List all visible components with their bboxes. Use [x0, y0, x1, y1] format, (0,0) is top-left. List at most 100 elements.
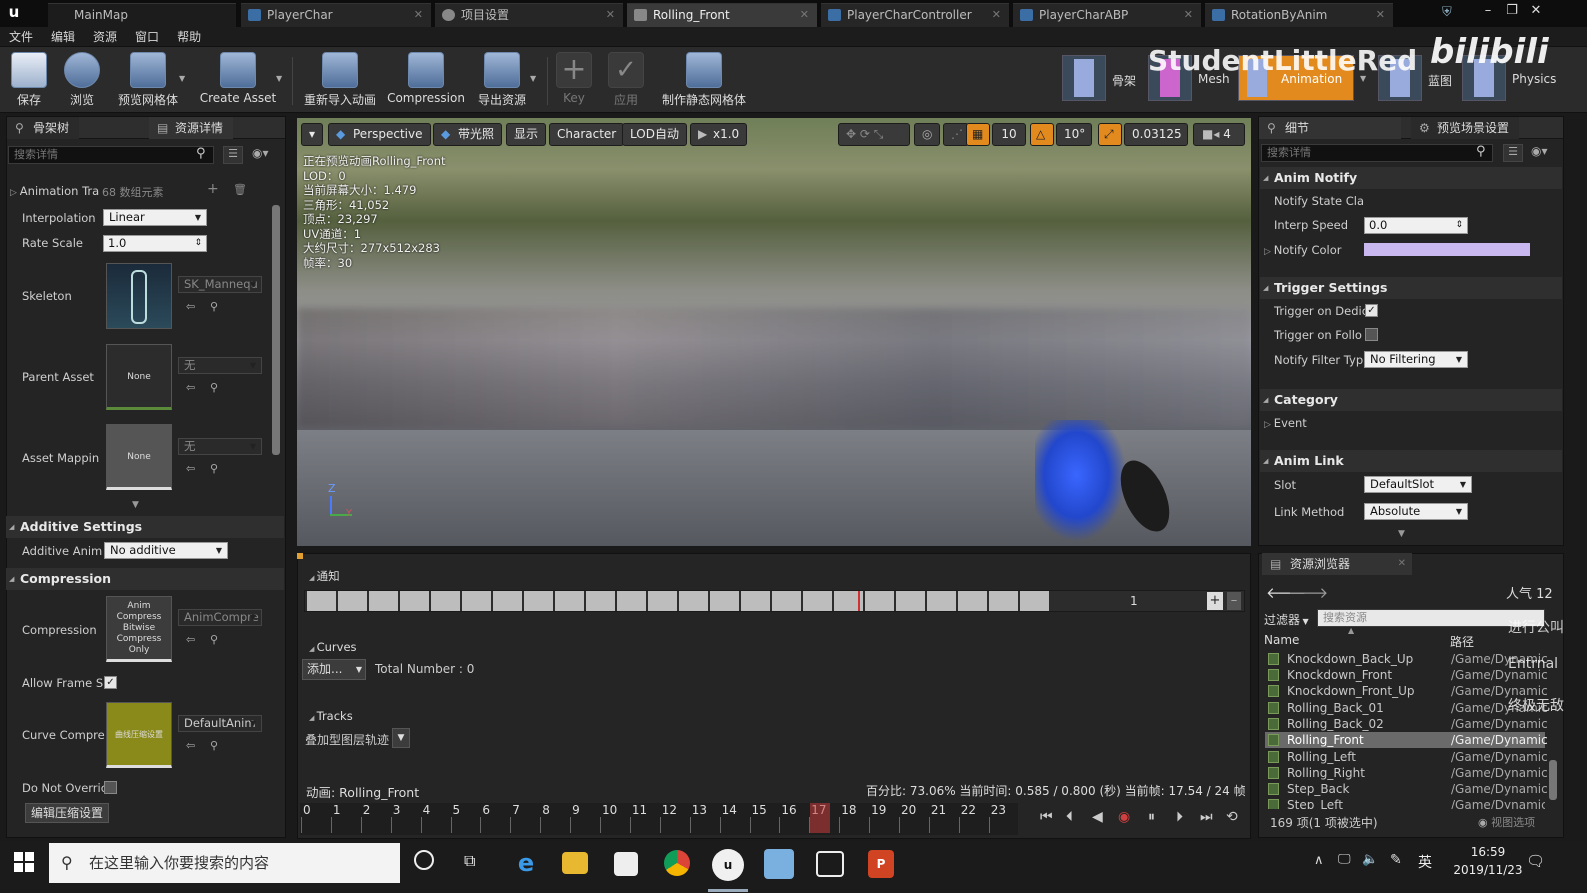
tab-playercharabp[interactable]: PlayerCharABP ✕ [1013, 3, 1201, 27]
notify-track[interactable]: 1 + – [304, 590, 1245, 612]
allow-frame-checkbox[interactable]: ✓ [104, 676, 117, 689]
list-item[interactable]: Rolling_Left/Game/Dynamic [1265, 749, 1548, 765]
world-local-toggle[interactable]: ◎ [914, 123, 940, 146]
browse-search-icon[interactable]: ⚲ [210, 381, 218, 394]
reimport-animation-button[interactable]: 重新导入动画 [300, 50, 380, 110]
scale-snap-value[interactable]: 0.03125 [1124, 123, 1188, 146]
compression-button[interactable]: Compression [386, 50, 466, 110]
trash-icon[interactable]: 🗑 [233, 183, 247, 196]
viewport-options-button[interactable]: ▾ [301, 123, 324, 146]
interpolation-dropdown[interactable]: Linear [103, 209, 207, 226]
rotation-snap-value[interactable]: 10° [1056, 123, 1092, 146]
tab-project-settings[interactable]: 项目设置 ✕ [435, 3, 623, 27]
close-icon[interactable]: ✕ [1184, 4, 1193, 26]
browse-search-icon[interactable]: ⚲ [210, 633, 218, 646]
tab-preview-scene-settings[interactable]: ⚙ 预览场景设置 [1411, 117, 1520, 139]
use-selected-arrow-icon[interactable]: ⇦ [186, 739, 195, 752]
scrub-playhead[interactable] [810, 803, 830, 833]
task-view-icon[interactable]: ⧉ [464, 851, 475, 871]
details-search-input[interactable]: 搜索详情 [1261, 144, 1493, 162]
tab-playerchar[interactable]: PlayerChar ✕ [241, 3, 431, 27]
notify-color-swatch[interactable] [1364, 243, 1530, 256]
chevron-down-icon[interactable]: ▼ [276, 74, 282, 83]
view-options-button[interactable]: ◉ 视图选项 [1478, 814, 1535, 830]
do-not-override-checkbox[interactable] [104, 781, 117, 794]
export-asset-button[interactable]: 导出资源 [474, 50, 530, 110]
tab-asset-details[interactable]: ▤ 资源详情 [149, 117, 234, 139]
step-forward-icon[interactable]: ⏵ [1176, 809, 1183, 825]
close-icon[interactable]: ✕ [992, 4, 1001, 26]
edit-compression-button[interactable]: 编辑压缩设置 [25, 803, 109, 823]
filter-button[interactable]: 过滤器 ▼ [1264, 611, 1309, 628]
notify-filter-dropdown[interactable]: No Filtering [1364, 351, 1468, 368]
eye-icon[interactable]: ◉▾ [1531, 144, 1548, 158]
left-scrollbar[interactable] [272, 205, 280, 455]
list-item[interactable]: Knockdown_Front_Up/Game/Dynamic [1265, 683, 1548, 699]
record-icon[interactable]: ◉ [1118, 809, 1130, 825]
add-curve-button[interactable]: 添加... ▼ [302, 659, 366, 680]
details-search-input[interactable]: 搜索详情 [8, 146, 214, 164]
character-button[interactable]: Character [549, 123, 625, 146]
tab-details[interactable]: ⚲ 细节 [1259, 117, 1401, 139]
additive-settings-section[interactable]: Additive Settings [6, 516, 284, 538]
loop-icon[interactable]: ⟲ [1226, 809, 1238, 825]
notification-center-icon[interactable]: 🗨 [1526, 852, 1545, 870]
content-browser-scrollbar[interactable] [1549, 760, 1557, 800]
grid-view-icon[interactable]: ☰ [1503, 144, 1523, 162]
close-icon[interactable]: ✕ [1398, 553, 1406, 575]
network-icon[interactable]: 🖵 [1338, 852, 1351, 867]
skip-to-start-icon[interactable]: ⏮ [1040, 809, 1053, 825]
feedback-icon[interactable]: ⛨ [1442, 5, 1452, 20]
volume-icon[interactable]: 🔈 [1362, 852, 1378, 867]
parent-asset-picker[interactable]: 无 [178, 357, 262, 374]
add-track-icon[interactable]: + [1207, 592, 1223, 610]
cortana-icon[interactable] [414, 850, 434, 870]
apply-button[interactable]: ✓ 应用 [604, 50, 648, 110]
close-icon[interactable]: ✕ [414, 4, 423, 26]
menu-file[interactable]: 文件 [0, 27, 42, 47]
skeleton-picker[interactable]: SK_Mannequ [178, 276, 262, 293]
list-item[interactable]: Step_Back/Game/Dynamic [1265, 781, 1548, 797]
browse-search-icon[interactable]: ⚲ [210, 462, 218, 475]
windows-start-icon[interactable] [14, 852, 34, 872]
browse-search-icon[interactable]: ⚲ [210, 739, 218, 752]
browse-search-icon[interactable]: ⚲ [210, 300, 218, 313]
list-item[interactable]: Knockdown_Front/Game/Dynamic [1265, 667, 1548, 683]
chevron-down-icon[interactable]: ▼ [132, 500, 139, 510]
menu-edit[interactable]: 编辑 [42, 27, 84, 47]
grid-snap-toggle[interactable]: ▦ [966, 123, 990, 146]
trigger-follower-checkbox[interactable] [1365, 328, 1378, 341]
grid-snap-value[interactable]: 10 [992, 123, 1026, 146]
slot-dropdown[interactable]: DefaultSlot [1364, 476, 1472, 493]
chevron-down-icon[interactable]: ▼ [530, 74, 536, 83]
use-selected-arrow-icon[interactable]: ⇦ [186, 462, 195, 475]
close-icon[interactable]: ✕ [606, 4, 615, 26]
transform-tools-group[interactable]: ✥ ⟳ ⤡ [838, 123, 910, 146]
tray-chevron-icon[interactable]: ∧ [1314, 853, 1324, 868]
playback-speed-button[interactable]: ▶ x1.0 [690, 123, 748, 146]
asset-mapping-thumbnail[interactable]: None [106, 424, 172, 490]
close-icon[interactable]: ✕ [1376, 4, 1385, 26]
tab-content-browser[interactable]: ▤ 资源浏览器 ✕ [1262, 553, 1412, 575]
powerpoint-icon[interactable]: P [868, 850, 894, 878]
link-method-dropdown[interactable]: Absolute [1364, 503, 1468, 520]
use-selected-arrow-icon[interactable]: ⇦ [186, 381, 195, 394]
clock-date[interactable]: 2019/11/23 [1444, 863, 1532, 877]
spin-icon[interactable]: ⇕ [1455, 218, 1463, 233]
grid-view-icon[interactable]: ☰ [223, 146, 243, 164]
pen-icon[interactable]: ✎ [1390, 852, 1402, 868]
tab-rolling-front[interactable]: Rolling_Front ✕ [627, 3, 817, 27]
tracks-label[interactable]: Tracks [309, 709, 353, 723]
taskbar-search-box[interactable]: ⚲ 在这里输入你要搜索的内容 [49, 843, 400, 883]
skeleton-thumbnail[interactable] [106, 263, 172, 329]
frame-ruler[interactable]: 01234567891011121314151617181920212223 [300, 803, 1018, 835]
list-item[interactable]: Rolling_Right/Game/Dynamic [1265, 765, 1548, 781]
pause-icon[interactable]: ⏸ [1148, 809, 1155, 825]
curve-compression-thumbnail[interactable]: 曲线压缩设置 [106, 702, 172, 768]
edge-browser-icon[interactable]: e [510, 849, 542, 881]
use-selected-arrow-icon[interactable]: ⇦ [186, 633, 195, 646]
file-explorer-icon[interactable] [562, 852, 588, 874]
minimize-icon[interactable]: – [1476, 3, 1500, 18]
trigger-settings-section[interactable]: Trigger Settings [1260, 277, 1562, 299]
remove-track-icon[interactable]: – [1227, 592, 1241, 610]
